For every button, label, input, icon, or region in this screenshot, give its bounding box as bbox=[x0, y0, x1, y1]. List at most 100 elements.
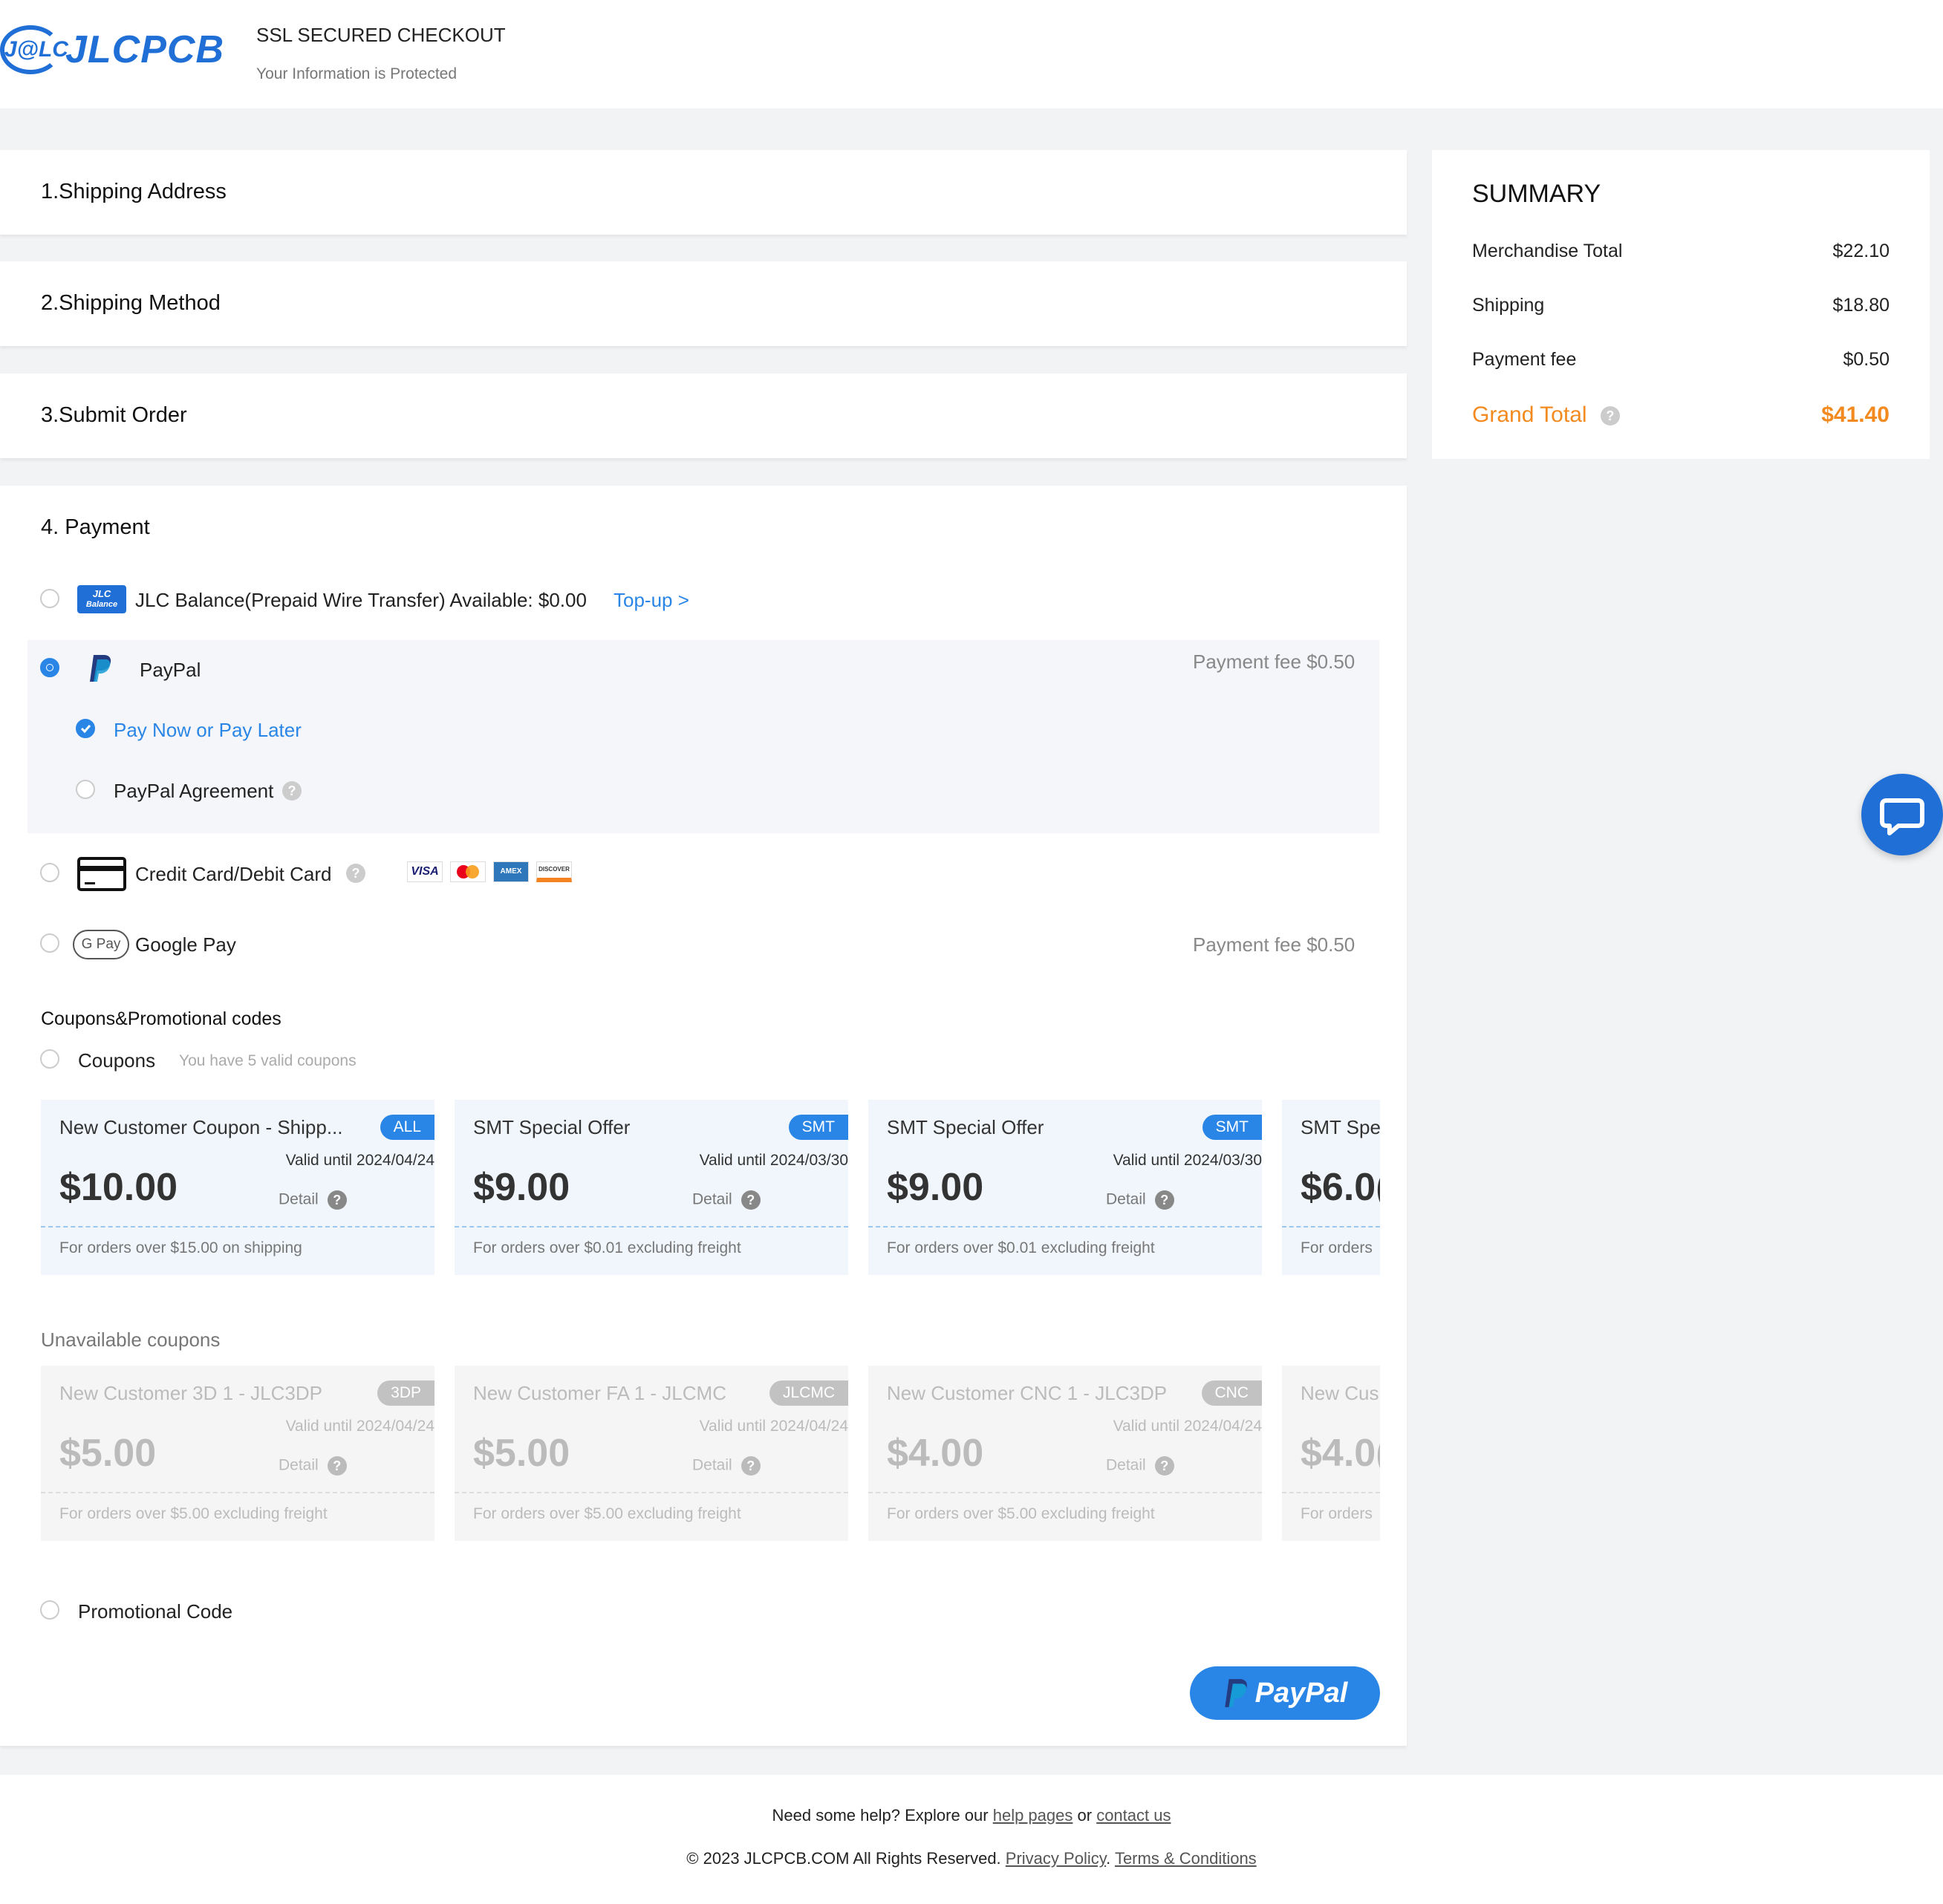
topup-link[interactable]: Top-up > bbox=[614, 589, 689, 612]
coupon-detail[interactable]: Detail? bbox=[692, 1456, 761, 1476]
coupon-condition: For orders bbox=[1301, 1239, 1373, 1256]
coupon-card[interactable]: New Customer Coupon - Shipp... ALL Valid… bbox=[41, 1100, 435, 1275]
help-icon[interactable]: ? bbox=[327, 1190, 347, 1210]
coupon-divider bbox=[1282, 1226, 1380, 1228]
coupon-detail[interactable]: Detail? bbox=[692, 1190, 761, 1210]
pay-now-later-check[interactable] bbox=[76, 719, 95, 738]
summary-label: Shipping bbox=[1472, 295, 1545, 316]
coupon-divider bbox=[41, 1226, 435, 1228]
google-pay-radio[interactable] bbox=[40, 933, 59, 953]
help-icon[interactable]: ? bbox=[1154, 1456, 1174, 1476]
coupon-condition: For orders over $0.01 excluding freight bbox=[473, 1239, 741, 1256]
footer-help-text: Need some help? Explore our bbox=[772, 1806, 989, 1825]
coupon-title: New Cus bbox=[1301, 1382, 1379, 1404]
paypal-agreement-label[interactable]: PayPal Agreement bbox=[114, 780, 273, 803]
paypal-radio[interactable] bbox=[40, 658, 59, 677]
coupon-detail[interactable]: Detail? bbox=[279, 1190, 347, 1210]
coupon-card[interactable]: SMT Special Offer SMT Valid until 2024/0… bbox=[455, 1100, 848, 1275]
promo-code-radio[interactable] bbox=[40, 1600, 59, 1620]
help-icon[interactable]: ? bbox=[346, 864, 365, 883]
header: J@LC JLCPCB SSL SECURED CHECKOUT Your In… bbox=[0, 0, 1943, 108]
paypal-agreement-radio[interactable] bbox=[76, 780, 95, 799]
coupon-card-disabled: New Customer CNC 1 - JLC3DP CNC Valid un… bbox=[868, 1366, 1262, 1541]
coupons-hint: You have 5 valid coupons bbox=[179, 1052, 357, 1069]
coupon-divider bbox=[41, 1492, 435, 1493]
help-icon[interactable]: ? bbox=[282, 781, 302, 801]
section-shipping-address[interactable]: 1.Shipping Address bbox=[0, 150, 1407, 235]
coupon-tag: JLCMC bbox=[769, 1380, 848, 1406]
coupon-divider bbox=[868, 1492, 1262, 1493]
coupon-detail[interactable]: Detail? bbox=[279, 1456, 347, 1476]
privacy-policy-link[interactable]: Privacy Policy bbox=[1006, 1849, 1106, 1868]
coupon-valid: Valid until 2024/04/24 bbox=[1113, 1418, 1262, 1435]
coupon-divider bbox=[1282, 1492, 1380, 1493]
section-title: 4. Payment bbox=[41, 515, 150, 539]
summary-value: $22.10 bbox=[1832, 241, 1890, 261]
terms-link[interactable]: Terms & Conditions bbox=[1115, 1849, 1257, 1868]
footer-sep: . bbox=[1106, 1849, 1111, 1868]
google-pay-fee: Payment fee $0.50 bbox=[1193, 933, 1355, 956]
coupon-detail[interactable]: Detail? bbox=[1106, 1190, 1174, 1210]
summary-label: Payment fee bbox=[1472, 349, 1577, 370]
coupon-condition: For orders over $15.00 on shipping bbox=[59, 1239, 302, 1256]
coupon-detail[interactable]: Detail? bbox=[1106, 1456, 1174, 1476]
coupon-valid: Valid until 2024/03/30 bbox=[1113, 1152, 1262, 1169]
check-icon bbox=[80, 725, 91, 734]
paypal-checkout-button[interactable]: PayPal bbox=[1190, 1666, 1380, 1720]
coupon-amount: $6.0( bbox=[1301, 1166, 1380, 1209]
credit-card-radio[interactable] bbox=[40, 863, 59, 882]
jlc-balance-icon: JLC Balance bbox=[77, 585, 126, 613]
help-pages-link[interactable]: help pages bbox=[993, 1806, 1073, 1825]
help-icon[interactable]: ? bbox=[327, 1456, 347, 1476]
coupon-detail-label: Detail bbox=[692, 1190, 732, 1208]
coupon-title: New Customer FA 1 - JLCMC bbox=[473, 1382, 726, 1404]
jlcpcb-logo[interactable]: J@LC JLCPCB bbox=[0, 25, 224, 74]
coupon-detail-label: Detail bbox=[1106, 1456, 1146, 1474]
google-pay-label: Google Pay bbox=[135, 933, 236, 956]
paypal-icon bbox=[1224, 1679, 1247, 1707]
section-title: 2.Shipping Method bbox=[41, 291, 221, 315]
unavailable-heading: Unavailable coupons bbox=[41, 1328, 221, 1351]
coupon-condition: For orders over $5.00 excluding freight bbox=[59, 1505, 328, 1522]
coupon-card[interactable]: SMT Special Offer SMT Valid until 2024/0… bbox=[868, 1100, 1262, 1275]
footer-copyright: © 2023 JLCPCB.COM All Rights Reserved. P… bbox=[0, 1849, 1943, 1868]
summary-label: Merchandise Total bbox=[1472, 241, 1623, 261]
jlc-balance-label: JLC Balance(Prepaid Wire Transfer) Avail… bbox=[135, 589, 587, 611]
coupon-amount: $4.00 bbox=[887, 1432, 984, 1475]
summary-value: $18.80 bbox=[1832, 295, 1890, 316]
chat-icon bbox=[1880, 798, 1924, 835]
coupon-detail-label: Detail bbox=[279, 1456, 319, 1474]
chat-button[interactable] bbox=[1861, 774, 1943, 855]
coupon-condition: For orders over $0.01 excluding freight bbox=[887, 1239, 1155, 1256]
footer-or: or bbox=[1077, 1806, 1093, 1825]
section-submit-order[interactable]: 3.Submit Order bbox=[0, 374, 1407, 458]
coupon-valid: Valid until 2024/04/24 bbox=[285, 1418, 435, 1435]
help-icon[interactable]: ? bbox=[1154, 1190, 1174, 1210]
coupon-amount: $10.00 bbox=[59, 1166, 178, 1209]
coupon-card[interactable]: SMT Spe $6.0( For orders bbox=[1282, 1100, 1380, 1275]
coupon-card-disabled: New Customer FA 1 - JLCMC JLCMC Valid un… bbox=[455, 1366, 848, 1541]
coupon-title: New Customer Coupon - Shipp... bbox=[59, 1116, 343, 1138]
jlc-balance-radio[interactable] bbox=[40, 589, 59, 608]
help-icon[interactable]: ? bbox=[741, 1190, 761, 1210]
jlc-icon-sub: Balance bbox=[85, 600, 118, 609]
coupon-divider bbox=[455, 1492, 848, 1493]
coupon-valid: Valid until 2024/03/30 bbox=[699, 1152, 848, 1169]
coupon-divider bbox=[455, 1226, 848, 1228]
contact-us-link[interactable]: contact us bbox=[1096, 1806, 1171, 1825]
coupon-detail-label: Detail bbox=[692, 1456, 732, 1474]
coupon-tag: SMT bbox=[1202, 1115, 1262, 1140]
paypal-icon bbox=[90, 655, 111, 682]
visa-icon: VISA bbox=[407, 861, 443, 882]
coupons-radio[interactable] bbox=[40, 1049, 59, 1069]
coupon-detail-label: Detail bbox=[279, 1190, 319, 1208]
coupon-title: SMT Spe bbox=[1301, 1116, 1380, 1138]
section-shipping-method[interactable]: 2.Shipping Method bbox=[0, 261, 1407, 346]
coupon-condition: For orders over $5.00 excluding freight bbox=[473, 1505, 741, 1522]
promo-code-label: Promotional Code bbox=[78, 1600, 233, 1623]
ssl-subtitle: Your Information is Protected bbox=[256, 65, 458, 82]
help-icon[interactable]: ? bbox=[1600, 406, 1620, 426]
pay-now-later-label[interactable]: Pay Now or Pay Later bbox=[114, 719, 302, 742]
coupon-tag: 3DP bbox=[377, 1380, 435, 1406]
help-icon[interactable]: ? bbox=[741, 1456, 761, 1476]
